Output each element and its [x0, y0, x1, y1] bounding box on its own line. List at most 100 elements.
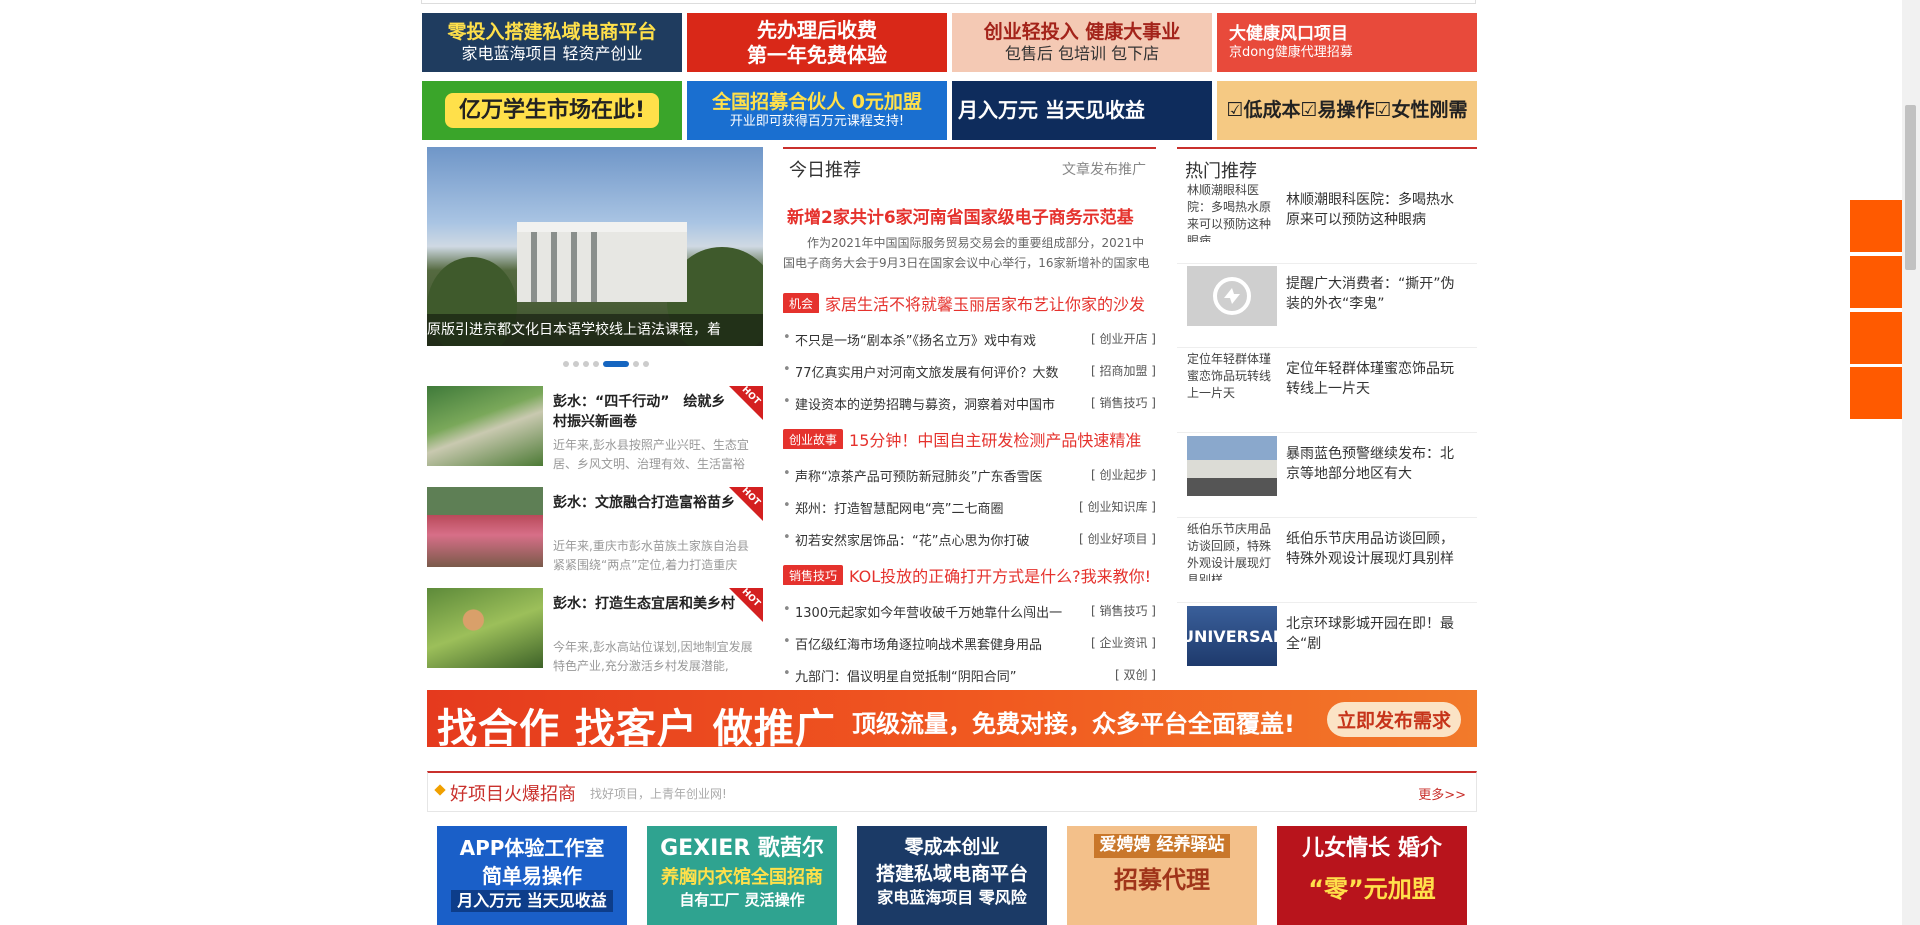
bullet-icon: • — [783, 666, 791, 681]
hot-item[interactable]: 暴雨蓝色预警继续发布：北京等地部分地区有大 — [1177, 434, 1477, 518]
ad-tile[interactable]: 零投入搭建私域电商平台 家电蓝海项目 轻资产创业 — [422, 13, 682, 72]
list-item-category[interactable]: [ 创业起步 ] — [1091, 466, 1156, 483]
hot-item-title[interactable]: 提醒广大消费者：“撕开”伪装的外衣“李鬼” — [1286, 274, 1466, 314]
hot-item[interactable]: 提醒广大消费者：“撕开”伪装的外衣“李鬼” — [1177, 264, 1477, 348]
hot-thumb-broken[interactable]: 林顺潮眼科医院：多喝热水原来可以预防这种眼病 — [1187, 182, 1277, 242]
news-title[interactable]: 彭水：打造生态宜居和美乡村 — [553, 594, 738, 614]
list-item-category[interactable]: [ 销售技巧 ] — [1091, 394, 1156, 411]
hot-item-title[interactable]: 林顺潮眼科医院：多喝热水原来可以预防这种眼病 — [1286, 190, 1466, 230]
ad-line1: 亿万学生市场在此! — [444, 92, 660, 129]
list-item-category[interactable]: [ 招商加盟 ] — [1091, 362, 1156, 379]
project-ad[interactable]: GEXIER 歌茜尔 养胸内衣馆全国招商 自有工厂 灵活操作 — [647, 826, 837, 925]
list-item[interactable]: • 百亿级红海市场角逐拉响战术黑套健身用品 [ 企业资讯 ] — [783, 634, 1156, 654]
ad-line2: 包售后 包培训 包下店 — [1004, 44, 1160, 64]
list-item-category[interactable]: [ 销售技巧 ] — [1091, 602, 1156, 619]
list-item-text[interactable]: 百亿级红海市场角逐拉响战术黑套健身用品 — [795, 634, 1075, 653]
news-thumb — [427, 487, 543, 567]
hot-item[interactable]: 定位年轻群体瑾蜜恋饰品玩转线上一片天 定位年轻群体瑾蜜恋饰品玩转线上一片天 — [1177, 349, 1477, 433]
slider-dot-active[interactable] — [603, 361, 629, 367]
float-button[interactable] — [1850, 367, 1903, 419]
list-item-category[interactable]: [ 企业资讯 ] — [1091, 634, 1156, 651]
section-headline[interactable]: 机会 家居生活不将就馨玉丽居家布艺让你家的沙发 — [783, 291, 1156, 313]
hot-item[interactable]: 林顺潮眼科医院：多喝热水原来可以预防这种眼病 林顺潮眼科医院：多喝热水原来可以预… — [1177, 180, 1477, 264]
hot-thumb[interactable] — [1187, 266, 1277, 326]
hot-item-title[interactable]: 北京环球影城开园在即！最全“剧 — [1286, 614, 1466, 654]
list-item-text[interactable]: 九部门：倡议明星自觉抵制“阴阳合同” — [795, 666, 1075, 685]
more-link[interactable]: 更多>> — [1418, 784, 1466, 803]
list-item-category[interactable]: [ 创业好项目 ] — [1079, 530, 1156, 547]
news-title[interactable]: 彭水：“四千行动” 绘就乡村振兴新画卷 — [553, 392, 738, 432]
list-item[interactable]: • 声称“凉茶产品可预防新冠肺炎”广东香雪医 [ 创业起步 ] — [783, 466, 1156, 486]
hot-item-title[interactable]: 纸伯乐节庆用品访谈回顾，特殊外观设计展现灯具别样 — [1286, 529, 1466, 569]
section-title[interactable]: 家居生活不将就馨玉丽居家布艺让你家的沙发 — [825, 295, 1145, 313]
hot-item[interactable]: UNIVERSAL 北京环球影城开园在即！最全“剧 — [1177, 604, 1477, 688]
slide-building — [517, 222, 687, 302]
ad-tile[interactable]: 亿万学生市场在此! — [422, 81, 682, 140]
slider-dot[interactable] — [573, 361, 579, 367]
ad-tile[interactable]: 大健康风口项目 京dong健康代理招募 — [1217, 13, 1477, 72]
list-item[interactable]: • 1300元起家如今年营收破千万她靠什么闯出一 [ 销售技巧 ] — [783, 602, 1156, 622]
hot-item-title[interactable]: 暴雨蓝色预警继续发布：北京等地部分地区有大 — [1286, 444, 1466, 484]
project-ad[interactable]: 爱娉娉 经养驿站 招募代理 — [1067, 826, 1257, 925]
section-headline[interactable]: 销售技巧 KOL投放的正确打开方式是什么?我来教你! — [783, 563, 1156, 585]
slider-dot[interactable] — [593, 361, 599, 367]
project-ad[interactable]: 儿女情长 婚介 “零”元加盟 — [1277, 826, 1467, 925]
hot-thumb[interactable]: UNIVERSAL — [1187, 606, 1277, 666]
float-button[interactable] — [1850, 256, 1903, 308]
project-ad[interactable]: APP体验工作室 简单易操作 月入万元 当天见收益 — [437, 826, 627, 925]
section-title[interactable]: 15分钟！中国自主研发检测产品快速精准 — [849, 431, 1141, 449]
ad-tile[interactable]: 先办理后收费 第一年免费体验 — [687, 13, 947, 72]
list-item-text[interactable]: 声称“凉茶产品可预防新冠肺炎”广东香雪医 — [795, 466, 1075, 485]
news-item[interactable]: 彭水：“四千行动” 绘就乡村振兴新画卷 近年来,彭水县按照产业兴旺、生态宜居、乡… — [427, 385, 763, 471]
tab-today[interactable]: 今日推荐 — [789, 156, 861, 182]
news-item[interactable]: 彭水：文旅融合打造富裕苗乡 近年来,重庆市彭水苗族土家族自治县紧紧围绕“两点”定… — [427, 486, 763, 572]
news-title[interactable]: 彭水：文旅融合打造富裕苗乡 — [553, 493, 738, 513]
slider-dot[interactable] — [643, 361, 649, 367]
list-item-text[interactable]: 1300元起家如今年营收破千万她靠什么闯出一 — [795, 602, 1075, 621]
ad-tile[interactable]: 月入万元 当天见收益 — [952, 81, 1212, 140]
float-button[interactable] — [1850, 200, 1903, 252]
list-item[interactable]: • 九部门：倡议明星自觉抵制“阴阳合同” [ 双创 ] — [783, 666, 1156, 686]
list-item[interactable]: • 初若安然家居饰品：“花”点心思为你打破[ 创业好项目 ] — [783, 530, 1156, 550]
list-item-text[interactable]: 建设资本的逆势招聘与募资，洞察着对中国市 — [795, 394, 1075, 413]
slider-dot[interactable] — [633, 361, 639, 367]
promo-banner[interactable]: 找合作 找客户 做推广 顶级流量，免费对接，众多平台全面覆盖! 立即发布需求 — [427, 690, 1477, 747]
slide-caption[interactable]: 原版引进京都文化日本语学校线上语法课程，着 — [427, 314, 763, 346]
ad-line1: 零投入搭建私域电商平台 — [447, 20, 657, 43]
list-item-category[interactable]: [ 创业开店 ] — [1091, 330, 1156, 347]
today-headline[interactable]: 新增2家共计6家河南省国家级电子商务示范基 — [787, 203, 1157, 228]
image-slider[interactable]: 原版引进京都文化日本语学校线上语法课程，着 — [427, 147, 763, 346]
float-button[interactable] — [1850, 312, 1903, 364]
list-item[interactable]: • 不只是一场“剧本杀”《扬名立万》戏中有戏 [ 创业开店 ] — [783, 330, 1156, 350]
banner-headline: 找合作 找客户 做推广 — [437, 706, 836, 747]
list-item-text[interactable]: 77亿真实用户对河南文旅发展有何评价？大数 — [795, 362, 1075, 381]
news-item[interactable]: 彭水：打造生态宜居和美乡村 今年来,彭水高站位谋划,因地制宜发展特色产业,充分激… — [427, 587, 763, 673]
section-headline[interactable]: 创业故事 15分钟！中国自主研发检测产品快速精准 — [783, 427, 1156, 449]
publish-link[interactable]: 文章发布推广 — [1062, 159, 1146, 179]
publish-demand-button[interactable]: 立即发布需求 — [1326, 702, 1461, 737]
section-tag: 销售技巧 — [783, 564, 844, 585]
list-item[interactable]: • 郑州：打造智慧配网电“亮”二七商圈[ 创业知识库 ] — [783, 498, 1156, 518]
section-title[interactable]: KOL投放的正确打开方式是什么?我来教你! — [849, 567, 1151, 585]
list-item-text[interactable]: 郑州：打造智慧配网电“亮”二七商圈 — [795, 498, 1075, 517]
ad-line1: 儿女情长 婚介 — [1302, 836, 1442, 861]
list-item[interactable]: • 77亿真实用户对河南文旅发展有何评价？大数 [ 招商加盟 ] — [783, 362, 1156, 382]
hot-item-title[interactable]: 定位年轻群体瑾蜜恋饰品玩转线上一片天 — [1286, 359, 1466, 399]
list-item-text[interactable]: 初若安然家居饰品：“花”点心思为你打破 — [795, 530, 1075, 549]
ad-tile[interactable]: ☑低成本☑易操作☑女性刚需 — [1217, 81, 1477, 140]
hot-thumb-broken[interactable]: 纸伯乐节庆用品访谈回顾，特殊外观设计展现灯具别样 — [1187, 521, 1277, 581]
hot-thumb[interactable] — [1187, 436, 1277, 496]
hot-thumb-broken[interactable]: 定位年轻群体瑾蜜恋饰品玩转线上一片天 — [1187, 351, 1277, 411]
ad-tile[interactable]: 全国招募合伙人 0元加盟 开业即可获得百万元课程支持! — [687, 81, 947, 140]
bullet-icon: • — [783, 466, 791, 481]
slider-dot[interactable] — [583, 361, 589, 367]
list-item-category[interactable]: [ 创业知识库 ] — [1079, 498, 1156, 515]
list-item-text[interactable]: 不只是一场“剧本杀”《扬名立万》戏中有戏 — [795, 330, 1075, 349]
project-ad[interactable]: 零成本创业 搭建私域电商平台 家电蓝海项目 零风险 — [857, 826, 1047, 925]
list-item[interactable]: • 建设资本的逆势招聘与募资，洞察着对中国市 [ 销售技巧 ] — [783, 394, 1156, 414]
ad-tile[interactable]: 创业轻投入 健康大事业 包售后 包培训 包下店 — [952, 13, 1212, 72]
scrollbar-thumb[interactable] — [1905, 105, 1916, 270]
list-item-category[interactable]: [ 双创 ] — [1115, 666, 1156, 683]
hot-item[interactable]: 纸伯乐节庆用品访谈回顾，特殊外观设计展现灯具别样 纸伯乐节庆用品访谈回顾，特殊外… — [1177, 519, 1477, 603]
slider-dot[interactable] — [563, 361, 569, 367]
